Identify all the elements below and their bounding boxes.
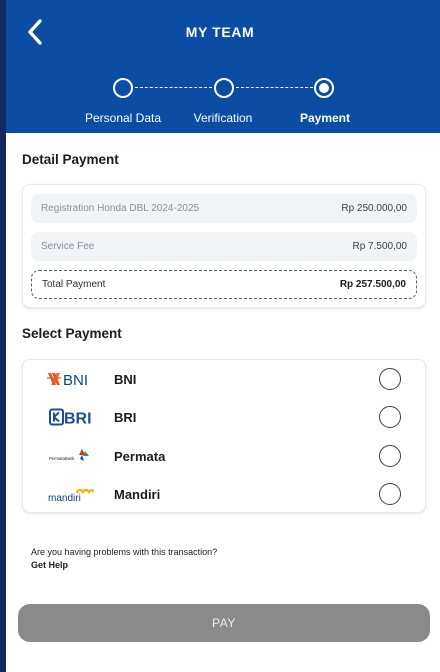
payment-option-bni[interactable]: BNI BNI — [23, 360, 427, 398]
bri-logo: BRI — [47, 407, 95, 427]
total-payment-row: Total Payment Rp 257.500,00 — [31, 270, 417, 299]
step-label-payment: Payment — [299, 111, 351, 125]
permata-logo: PermataBank — [47, 446, 95, 466]
step-connector — [135, 87, 212, 88]
fee-value: Rp 7.500,00 — [352, 241, 408, 252]
bank-name-bni: BNI — [114, 371, 137, 387]
svg-text:BNI: BNI — [63, 372, 88, 389]
payment-option-bri[interactable]: BRI BRI — [23, 398, 427, 436]
get-help-link[interactable]: Get Help — [31, 560, 68, 570]
fee-value: Rp 250.000,00 — [341, 203, 407, 214]
bank-name-bri: BRI — [114, 409, 137, 425]
help-question: Are you having problems with this transa… — [31, 547, 218, 557]
total-label: Total Payment — [42, 279, 106, 290]
step-dot-verification — [214, 78, 234, 98]
step-connector — [236, 87, 313, 88]
window-edge — [0, 0, 6, 672]
radio-bni[interactable] — [379, 368, 401, 390]
bni-logo: BNI — [47, 369, 95, 389]
radio-bri[interactable] — [379, 406, 401, 428]
step-label-personal-data: Personal Data — [84, 111, 162, 125]
fee-row-service: Service Fee Rp 7.500,00 — [31, 232, 417, 261]
payment-methods-card: BNI BNI BRI BRI PermataBank Permata mand… — [22, 359, 426, 513]
step-dot-personal-data — [113, 78, 133, 98]
select-payment-title: Select Payment — [22, 326, 122, 341]
step-label-verification: Verification — [193, 111, 253, 125]
radio-permata[interactable] — [379, 445, 401, 467]
bank-name-mandiri: Mandiri — [114, 486, 161, 502]
header: MY TEAM Personal Data Verification Payme… — [0, 0, 440, 133]
fee-label: Service Fee — [41, 241, 95, 252]
step-dot-payment — [314, 78, 334, 98]
payment-option-mandiri[interactable]: mandiri Mandiri — [23, 475, 427, 513]
svg-text:mandiri: mandiri — [48, 493, 81, 504]
fee-row-registration: Registration Honda DBL 2024-2025 Rp 250.… — [31, 194, 417, 223]
bank-name-permata: Permata — [114, 448, 166, 464]
page-title: MY TEAM — [185, 24, 255, 40]
pay-button[interactable]: PAY — [18, 604, 430, 642]
mandiri-logo: mandiri — [47, 484, 95, 504]
detail-payment-card: Registration Honda DBL 2024-2025 Rp 250.… — [22, 184, 426, 308]
progress-stepper: Personal Data Verification Payment — [0, 76, 440, 126]
total-value: Rp 257.500,00 — [339, 279, 406, 290]
svg-text:PermataBank: PermataBank — [49, 456, 75, 461]
fee-label: Registration Honda DBL 2024-2025 — [41, 203, 200, 214]
payment-option-permata[interactable]: PermataBank Permata — [23, 437, 427, 475]
detail-payment-title: Detail Payment — [22, 152, 119, 167]
svg-text:BRI: BRI — [64, 411, 92, 428]
radio-mandiri[interactable] — [379, 483, 401, 505]
